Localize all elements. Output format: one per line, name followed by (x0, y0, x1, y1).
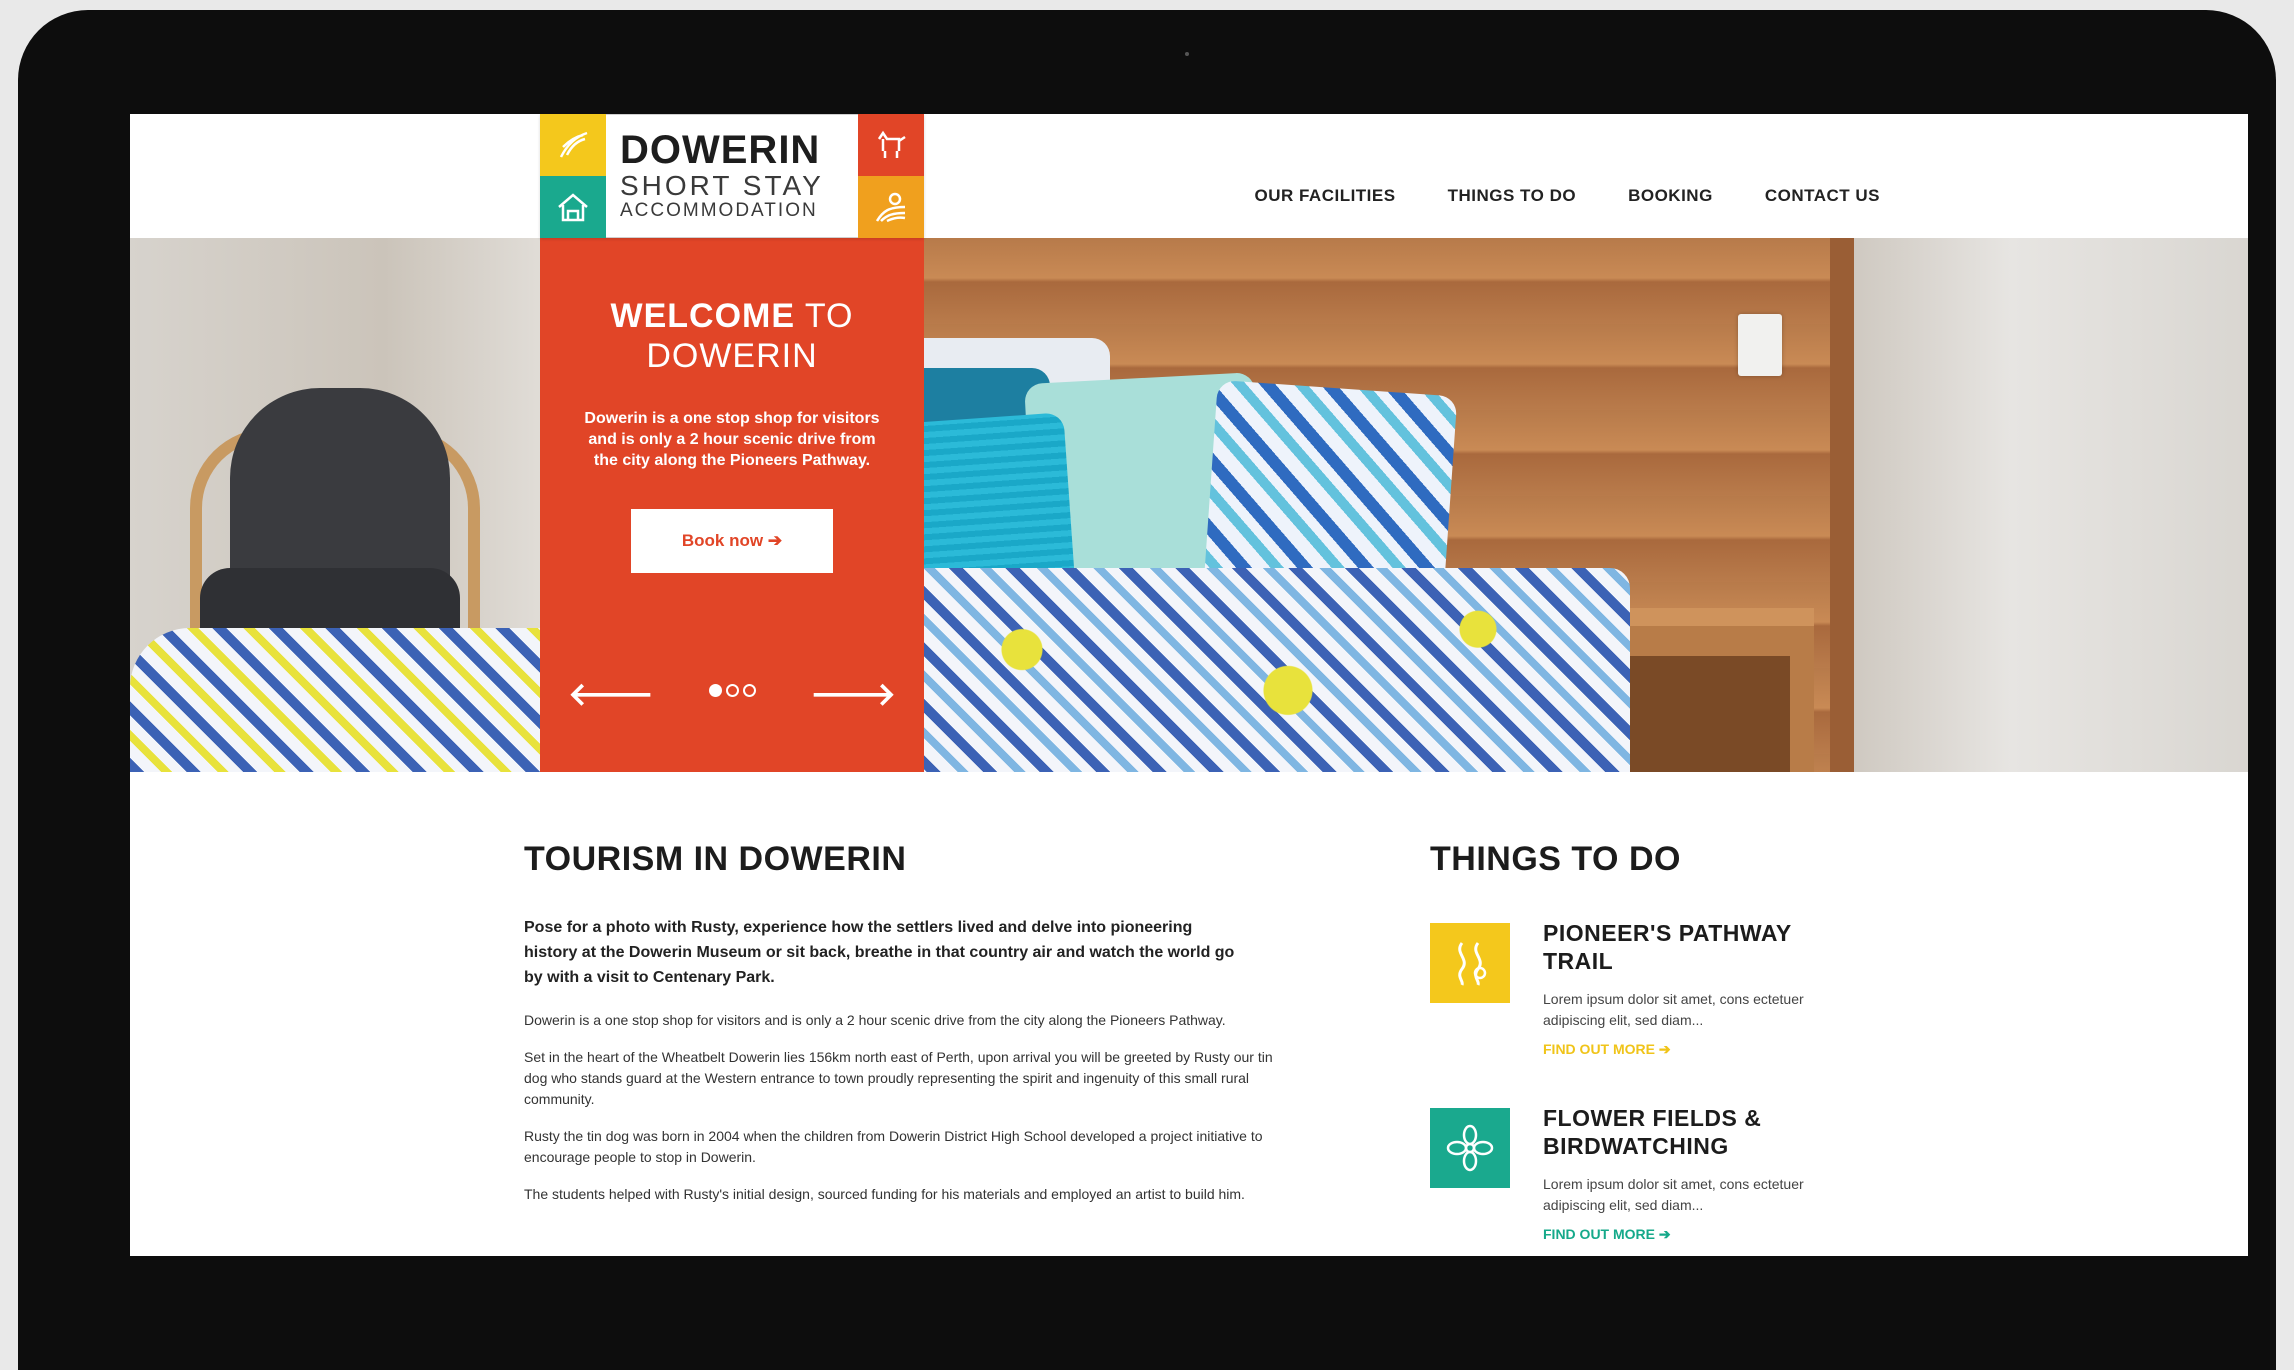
hero-title: WELCOME TO DOWERIN (540, 296, 924, 376)
photo-bed (870, 568, 1630, 772)
tourism-lead: Pose for a photo with Rusty, experience … (524, 919, 1235, 986)
flower-icon (1430, 1108, 1510, 1188)
arrow-right-icon: ➔ (1658, 1041, 1671, 1057)
camera-dot (1185, 52, 1189, 56)
arrow-right-icon: ➔ (767, 531, 783, 550)
house-icon (540, 176, 606, 238)
find-out-more-label: FIND OUT MORE (1543, 1226, 1655, 1242)
things-to-do-section: THINGS TO DO PIONEER'S PATHWAY TRAIL Lor… (1430, 840, 1850, 1243)
main-content: TOURISM IN DOWERIN Pose for a photo with… (130, 772, 2248, 1256)
dog-icon (858, 114, 924, 176)
slider-dot-2[interactable] (725, 684, 739, 697)
nav-our-facilities[interactable]: OUR FACILITIES (1254, 186, 1395, 206)
arrow-right-icon: ➔ (1658, 1226, 1671, 1242)
things-title: THINGS TO DO (1430, 840, 1850, 879)
tourism-paragraph: Dowerin is a one stop shop for visitors … (524, 1012, 1226, 1028)
thing-body: FLOWER FIELDS & BIRDWATCHING Lorem ipsum… (1543, 1104, 1843, 1243)
photo-light-switch (1738, 314, 1782, 376)
logo-sub2-text: ACCOMMODATION (620, 200, 818, 222)
hero-title-line2: DOWERIN (646, 337, 818, 375)
find-out-more-link[interactable]: FIND OUT MORE ➔ (1543, 1226, 1843, 1243)
thing-text: Lorem ipsum dolor sit amet, cons ectetue… (1543, 991, 1804, 1028)
thing-item-pioneers-pathway: PIONEER'S PATHWAY TRAIL Lorem ipsum dolo… (1430, 919, 1850, 1058)
tourism-paragraph: The students helped with Rusty's initial… (524, 1186, 1245, 1202)
logo-tiles-right (858, 114, 924, 238)
hero-title-bold: WELCOME (610, 297, 796, 335)
tourism-paragraph: Rusty the tin dog was born in 2004 when … (524, 1128, 1263, 1165)
book-now-button[interactable]: Book now ➔ (631, 509, 833, 573)
site-header: DOWERIN SHORT STAY ACCOMMODATION OUR FAC… (130, 114, 2248, 238)
hero-slider: WELCOME TO DOWERIN Dowerin is a one stop… (130, 238, 2248, 772)
photo-nightstand-hole (1604, 656, 1790, 772)
thing-item-flower-fields: FLOWER FIELDS & BIRDWATCHING Lorem ipsum… (1430, 1104, 1850, 1243)
tourism-paragraph: Set in the heart of the Wheatbelt Doweri… (524, 1049, 1273, 1107)
nav-booking[interactable]: BOOKING (1628, 186, 1713, 206)
browser-screen: DOWERIN SHORT STAY ACCOMMODATION OUR FAC… (130, 114, 2248, 1256)
hero-description: Dowerin is a one stop shop for visitors … (584, 410, 880, 469)
tourism-section: TOURISM IN DOWERIN Pose for a photo with… (524, 840, 1294, 1205)
tourism-title-rest: IN DOWERIN (683, 840, 907, 878)
slider-next-arrow-icon[interactable]: 🡒 (810, 674, 896, 713)
things-title-bold: THINGS (1430, 840, 1562, 878)
find-out-more-link[interactable]: FIND OUT MORE ➔ (1543, 1041, 1843, 1058)
hero-title-rest: TO (795, 297, 854, 335)
hero-panel: WELCOME TO DOWERIN Dowerin is a one stop… (540, 238, 924, 772)
thing-text: Lorem ipsum dolor sit amet, cons ectetue… (1543, 1176, 1804, 1213)
logo-main-text: DOWERIN (620, 127, 821, 172)
logo-sub-text: SHORT STAY (620, 169, 824, 201)
slider-dot-1[interactable] (708, 684, 722, 697)
nav-things-to-do[interactable]: THINGS TO DO (1448, 186, 1576, 206)
things-title-rest: TO DO (1561, 840, 1681, 878)
main-nav: OUR FACILITIES THINGS TO DO BOOKING CONT… (1254, 186, 1880, 206)
logo-tiles-left (540, 114, 606, 238)
field-icon (858, 176, 924, 238)
thing-title: PIONEER'S PATHWAY TRAIL (1543, 920, 1792, 974)
monitor-frame: DOWERIN SHORT STAY ACCOMMODATION OUR FAC… (18, 10, 2276, 1370)
thing-title: FLOWER FIELDS & BIRDWATCHING (1543, 1105, 1762, 1159)
find-out-more-label: FIND OUT MORE (1543, 1041, 1655, 1057)
slider-dot-3[interactable] (742, 684, 756, 697)
tourism-title: TOURISM IN DOWERIN (524, 840, 1294, 879)
logo-text: DOWERIN SHORT STAY ACCOMMODATION (606, 114, 858, 238)
wheat-icon (540, 114, 606, 176)
site-logo[interactable]: DOWERIN SHORT STAY ACCOMMODATION (540, 114, 924, 238)
road-icon (1430, 923, 1510, 1003)
thing-body: PIONEER'S PATHWAY TRAIL Lorem ipsum dolo… (1543, 919, 1843, 1058)
photo-headboard-edge (1830, 238, 1854, 772)
photo-bed-corner (130, 628, 550, 772)
nav-contact-us[interactable]: CONTACT US (1765, 186, 1880, 206)
photo-wall (1854, 238, 2248, 772)
book-now-label: Book now (681, 531, 764, 550)
tourism-title-bold: TOURISM (524, 840, 684, 878)
